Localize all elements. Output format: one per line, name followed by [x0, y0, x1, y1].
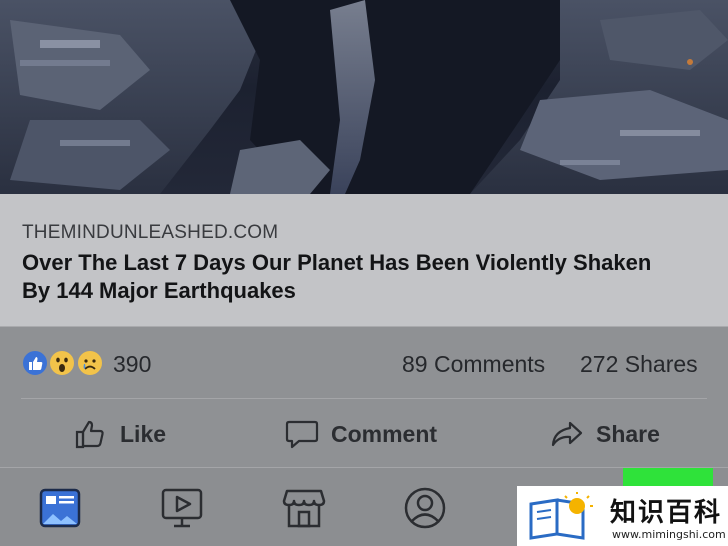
tab-news-feed[interactable]: [38, 486, 82, 530]
comment-label: Comment: [331, 420, 438, 447]
share-label: Share: [596, 420, 660, 447]
comment-bubble-icon: [285, 420, 319, 449]
tab-marketplace[interactable]: [282, 486, 326, 530]
watermark-name: 知识百科: [610, 498, 723, 528]
share-arrow-icon: [551, 421, 583, 447]
reaction-count[interactable]: 390: [113, 351, 151, 378]
profile-icon: [404, 487, 446, 529]
watermark-url: www.mimingshi.com: [612, 528, 726, 541]
like-reaction-icon[interactable]: [21, 349, 49, 377]
wow-reaction-icon[interactable]: [48, 349, 76, 377]
share-button[interactable]: Share: [550, 414, 660, 454]
like-button[interactable]: Like: [74, 414, 166, 454]
marketplace-icon: [282, 489, 326, 528]
divider: [21, 398, 707, 399]
watermark-logo-icon: [527, 492, 599, 545]
watch-icon: [161, 488, 203, 528]
shares-count[interactable]: 272 Shares: [580, 351, 698, 378]
comments-count[interactable]: 89 Comments: [402, 351, 545, 378]
tab-watch[interactable]: [160, 486, 204, 530]
thumbs-up-icon: [75, 420, 104, 449]
comment-button[interactable]: Comment: [285, 414, 437, 454]
news-feed-icon: [39, 488, 81, 528]
link-domain: THEMINDUNLEASHED.COM: [22, 222, 279, 243]
like-label: Like: [120, 420, 167, 447]
sad-reaction-icon[interactable]: [76, 349, 104, 377]
tab-profile[interactable]: [403, 486, 447, 530]
link-headline[interactable]: Over The Last 7 Days Our Planet Has Been…: [22, 249, 682, 305]
article-image[interactable]: [0, 0, 728, 194]
